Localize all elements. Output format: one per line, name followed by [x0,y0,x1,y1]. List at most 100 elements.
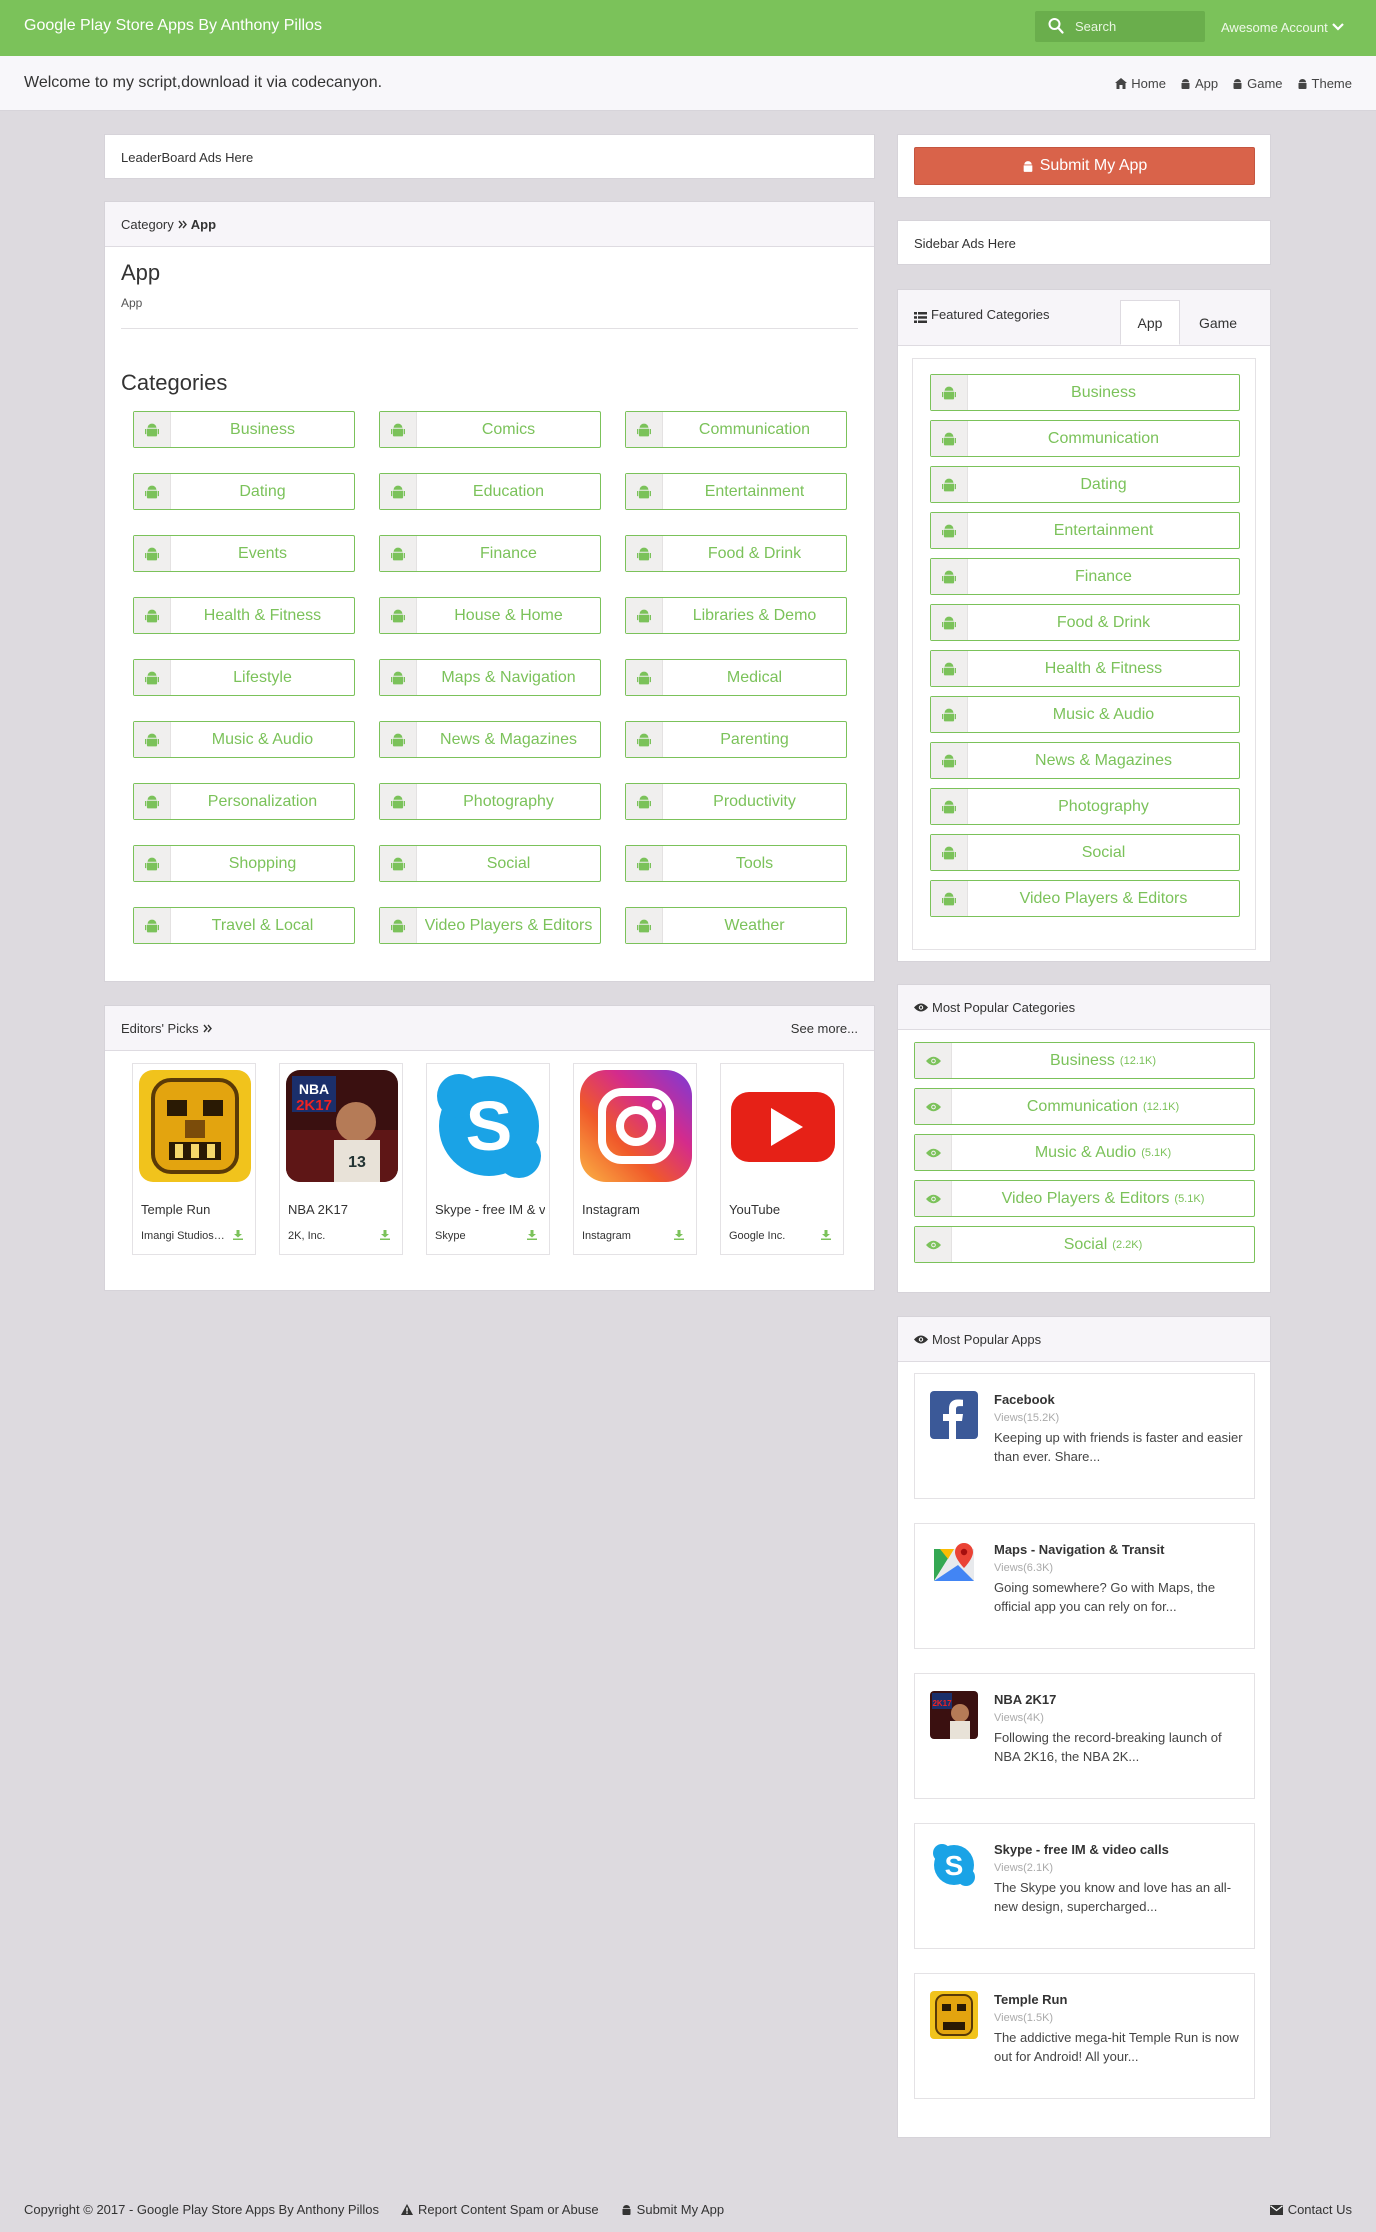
featured-category-button[interactable]: Dating [930,466,1240,503]
popular-apps-header: Most Popular Apps [898,1317,1270,1362]
category-button[interactable]: Lifestyle [133,659,355,696]
app-card[interactable]: Instagram Instagram [573,1063,697,1255]
category-button[interactable]: Comics [379,411,601,448]
editors-picks-title-wrap[interactable]: Editors' Picks [121,1021,212,1036]
category-button[interactable]: Parenting [625,721,847,758]
tab-app[interactable]: App [1120,300,1180,345]
download-icon[interactable] [380,1228,390,1243]
tab-game[interactable]: Game [1184,300,1252,345]
popular-app-views: Views(4K) [994,1712,1044,1724]
popular-app-desc: Following the record-breaking launch of … [994,1730,1222,1764]
app-card-title[interactable]: Instagram [582,1202,692,1217]
popular-app-name[interactable]: NBA 2K17 [994,1692,1056,1707]
popular-app-name[interactable]: Maps - Navigation & Transit [994,1542,1164,1557]
popular-app-item[interactable]: S Skype - free IM & video calls Views(2.… [914,1823,1255,1949]
category-button[interactable]: Entertainment [625,473,847,510]
category-button[interactable]: Health & Fitness [133,597,355,634]
search-box[interactable] [1035,11,1205,42]
category-button[interactable]: Education [379,473,601,510]
android-icon [1233,78,1242,89]
footer-submit-link[interactable]: Submit My App [621,2202,724,2217]
breadcrumb-root[interactable]: Category [121,217,174,232]
android-icon [931,697,968,732]
popular-app-name[interactable]: Skype - free IM & video calls [994,1842,1169,1857]
android-icon [931,605,968,640]
category-button[interactable]: Productivity [625,783,847,820]
app-card[interactable]: YouTube Google Inc. [720,1063,844,1255]
featured-category-button[interactable]: Business [930,374,1240,411]
search-input[interactable] [1075,11,1200,42]
popular-category-button[interactable]: Social (2.2K) [914,1226,1255,1263]
category-button[interactable]: News & Magazines [379,721,601,758]
featured-category-button[interactable]: Entertainment [930,512,1240,549]
see-more-link[interactable]: See more... [791,1021,858,1036]
account-menu[interactable]: Awesome Account [1221,20,1344,35]
popular-app-name[interactable]: Facebook [994,1392,1055,1407]
app-card[interactable]: S Skype - free IM & video calls Skype [426,1063,550,1255]
popular-category-button[interactable]: Music & Audio (5.1K) [914,1134,1255,1171]
popular-category-button[interactable]: Video Players & Editors (5.1K) [914,1180,1255,1217]
category-button[interactable]: Photography [379,783,601,820]
nav-theme[interactable]: Theme [1297,76,1352,91]
featured-category-button[interactable]: Social [930,834,1240,871]
download-icon[interactable] [821,1228,831,1243]
app-card[interactable]: 13 NBA 2K17 NBA 2K17 2K, Inc. [279,1063,403,1255]
category-button[interactable]: Events [133,535,355,572]
popular-categories-panel: Most Popular Categories Business (12.1K) C… [897,984,1271,1293]
submit-app-button[interactable]: Submit My App [914,147,1255,185]
footer-report-link[interactable]: Report Content Spam or Abuse [401,2202,599,2217]
site-brand[interactable]: Google Play Store Apps By Anthony Pillos [24,17,322,35]
nav-app[interactable]: App [1180,76,1218,91]
category-button[interactable]: Shopping [133,845,355,882]
category-button[interactable]: Maps & Navigation [379,659,601,696]
featured-category-button[interactable]: Music & Audio [930,696,1240,733]
popular-app-item[interactable]: Facebook Views(15.2K) Keeping up with fr… [914,1373,1255,1499]
app-card-title[interactable]: NBA 2K17 [288,1202,398,1217]
category-button[interactable]: Medical [625,659,847,696]
app-card-title[interactable]: Skype - free IM & video calls [435,1202,545,1217]
category-button[interactable]: Business [133,411,355,448]
category-button[interactable]: Finance [379,535,601,572]
app-card-title[interactable]: YouTube [729,1202,839,1217]
android-icon [931,835,968,870]
popular-category-count: (12.1K) [1143,1100,1180,1113]
category-button[interactable]: Libraries & Demo [625,597,847,634]
download-icon[interactable] [674,1228,684,1243]
category-button[interactable]: Tools [625,845,847,882]
featured-category-button[interactable]: News & Magazines [930,742,1240,779]
category-name: Business [230,420,295,438]
android-icon [134,722,171,757]
featured-category-button[interactable]: Photography [930,788,1240,825]
category-button[interactable]: Personalization [133,783,355,820]
nav-home[interactable]: Home [1115,76,1166,91]
category-button[interactable]: Food & Drink [625,535,847,572]
popular-category-button[interactable]: Communication (12.1K) [914,1088,1255,1125]
featured-category-button[interactable]: Communication [930,420,1240,457]
popular-app-item[interactable]: 2K17 NBA 2K17 Views(4K) Following the re… [914,1673,1255,1799]
category-button[interactable]: Weather [625,907,847,944]
featured-category-button[interactable]: Video Players & Editors [930,880,1240,917]
category-button[interactable]: Music & Audio [133,721,355,758]
featured-category-button[interactable]: Food & Drink [930,604,1240,641]
featured-category-button[interactable]: Health & Fitness [930,650,1240,687]
category-name: Medical [726,668,783,686]
app-card[interactable]: Temple Run Imangi Studios, LLC [132,1063,256,1255]
footer-contact-link[interactable]: Contact Us [1269,2202,1352,2217]
featured-category-button[interactable]: Finance [930,558,1240,595]
download-icon[interactable] [527,1228,537,1243]
download-icon[interactable] [233,1228,243,1243]
category-button[interactable]: Social [379,845,601,882]
popular-category-button[interactable]: Business (12.1K) [914,1042,1255,1079]
app-card-title[interactable]: Temple Run [141,1202,251,1217]
popular-app-item[interactable]: Maps - Navigation & Transit Views(6.3K) … [914,1523,1255,1649]
nav-game[interactable]: Game [1232,76,1283,91]
popular-app-name[interactable]: Temple Run [994,1992,1067,2007]
category-button[interactable]: Travel & Local [133,907,355,944]
category-button[interactable]: House & Home [379,597,601,634]
featured-category-name: Video Players & Editors [1019,889,1188,907]
category-button[interactable]: Dating [133,473,355,510]
popular-app-item[interactable]: Temple Run Views(1.5K) The addictive meg… [914,1973,1255,2099]
popular-category-button-label: Communication (12.1K) [952,1089,1254,1124]
category-button[interactable]: Communication [625,411,847,448]
category-button[interactable]: Video Players & Editors [379,907,601,944]
